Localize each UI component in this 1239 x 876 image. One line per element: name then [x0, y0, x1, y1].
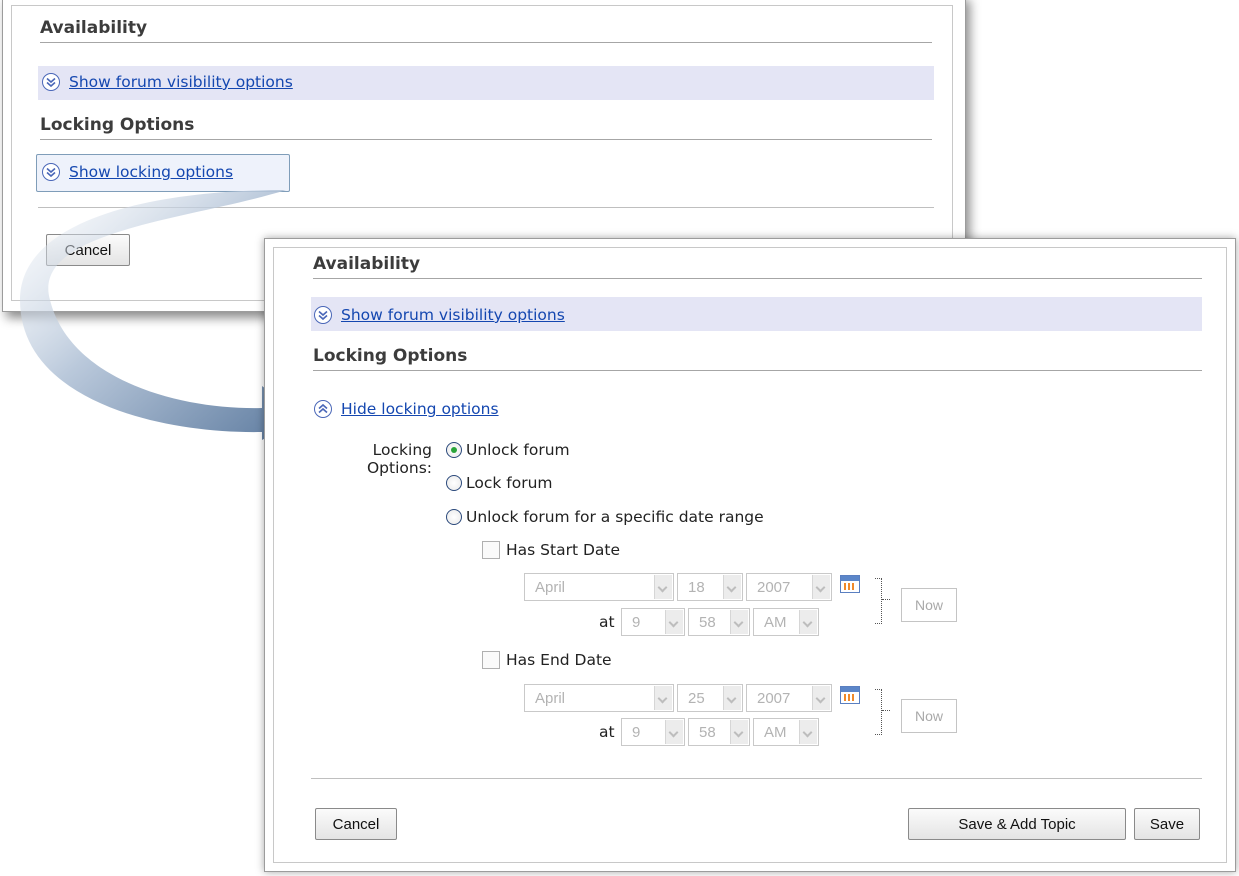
at-label: at: [599, 723, 615, 741]
start-hour-select[interactable]: 9: [621, 608, 685, 636]
select-value: 18: [688, 578, 705, 596]
radio-unlock-date-range[interactable]: Unlock forum for a specific date range: [446, 508, 764, 526]
select-value: 2007: [757, 578, 791, 596]
expanded-forum-settings-panel: Availability Show forum visibility optio…: [264, 238, 1236, 872]
locking-options-label-line1: Locking: [372, 441, 432, 459]
save-and-add-topic-button[interactable]: Save & Add Topic: [908, 808, 1126, 840]
select-value: 58: [699, 723, 716, 741]
select-value: 9: [632, 723, 641, 741]
start-month-select[interactable]: April: [524, 573, 674, 601]
locking-options-heading: Locking Options: [313, 346, 1202, 371]
start-now-button[interactable]: Now: [901, 588, 957, 622]
has-end-date-option[interactable]: Has End Date: [482, 651, 612, 669]
locking-options-field-label: Locking Options:: [336, 441, 432, 477]
end-hour-select[interactable]: 9: [621, 718, 685, 746]
end-year-select[interactable]: 2007: [746, 684, 832, 712]
chevron-down-icon: [723, 686, 741, 710]
double-chevron-up-icon: [314, 400, 332, 418]
start-date-checkbox[interactable]: [482, 541, 500, 559]
end-month-select[interactable]: April: [524, 684, 674, 712]
select-value: April: [535, 578, 566, 596]
locking-toggle[interactable]: Hide locking options: [314, 400, 499, 418]
select-value: AM: [764, 723, 787, 741]
has-start-date-option[interactable]: Has Start Date: [482, 541, 620, 559]
start-year-select[interactable]: 2007: [746, 573, 832, 601]
locking-options-label-line2: Options:: [366, 459, 432, 477]
chevron-down-icon: [812, 575, 830, 599]
checkbox-label: Has Start Date: [506, 541, 620, 559]
start-ampm-select[interactable]: AM: [753, 608, 819, 636]
double-chevron-down-icon: [314, 306, 332, 324]
calendar-icon[interactable]: [840, 686, 860, 704]
select-value: April: [535, 689, 566, 707]
hide-locking-options-link[interactable]: Hide locking options: [341, 400, 499, 418]
show-visibility-options-link[interactable]: Show forum visibility options: [341, 306, 565, 324]
bracket-tick: [882, 599, 890, 600]
radio-button[interactable]: [446, 509, 462, 525]
start-day-select[interactable]: 18: [677, 573, 743, 601]
select-value: 2007: [757, 689, 791, 707]
chevron-down-icon: [730, 720, 748, 744]
chevron-down-icon: [730, 610, 748, 634]
calendar-icon[interactable]: [840, 575, 860, 593]
chevron-down-icon: [665, 610, 683, 634]
chevron-down-icon: [654, 575, 672, 599]
select-value: 9: [632, 613, 641, 631]
radio-unlock-forum[interactable]: Unlock forum: [446, 441, 570, 459]
bracket-tick: [882, 710, 890, 711]
chevron-down-icon: [812, 686, 830, 710]
radio-lock-forum[interactable]: Lock forum: [446, 474, 553, 492]
divider: [311, 778, 1202, 779]
radio-button-selected[interactable]: [446, 442, 462, 458]
select-value: AM: [764, 613, 787, 631]
radio-label: Unlock forum for a specific date range: [466, 508, 764, 526]
select-value: 58: [699, 613, 716, 631]
end-day-select[interactable]: 25: [677, 684, 743, 712]
panel-inner-frame: Availability Show forum visibility optio…: [273, 247, 1227, 863]
radio-label: Lock forum: [466, 474, 553, 492]
radio-button[interactable]: [446, 475, 462, 491]
chevron-down-icon: [665, 720, 683, 744]
bracket-connector: [875, 578, 882, 624]
end-date-checkbox[interactable]: [482, 651, 500, 669]
start-minute-select[interactable]: 58: [688, 608, 750, 636]
availability-heading: Availability: [313, 254, 1202, 279]
checkbox-label: Has End Date: [506, 651, 612, 669]
cancel-button[interactable]: Cancel: [315, 808, 397, 840]
end-minute-select[interactable]: 58: [688, 718, 750, 746]
bracket-connector: [875, 689, 882, 735]
chevron-down-icon: [723, 575, 741, 599]
chevron-down-icon: [654, 686, 672, 710]
select-value: 25: [688, 689, 705, 707]
radio-label: Unlock forum: [466, 441, 570, 459]
end-ampm-select[interactable]: AM: [753, 718, 819, 746]
chevron-down-icon: [799, 720, 817, 744]
end-now-button[interactable]: Now: [901, 699, 957, 733]
chevron-down-icon: [799, 610, 817, 634]
at-label: at: [599, 613, 615, 631]
save-button[interactable]: Save: [1134, 808, 1200, 840]
visibility-toggle[interactable]: Show forum visibility options: [314, 306, 565, 324]
